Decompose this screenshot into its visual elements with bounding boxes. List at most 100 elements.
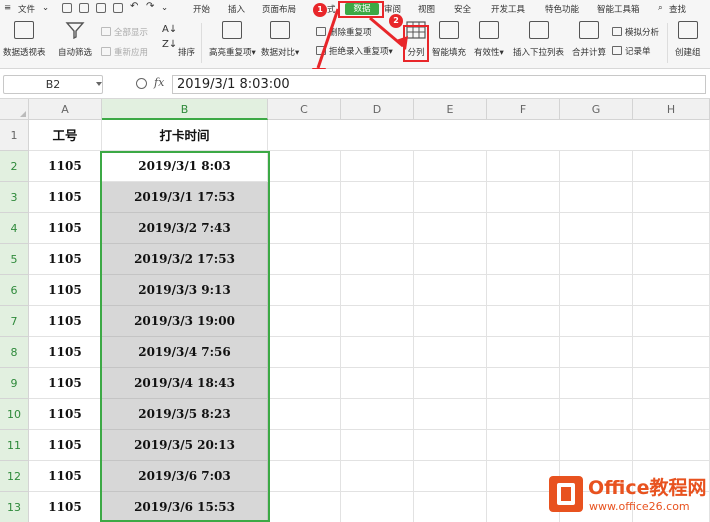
- cell-employee-id[interactable]: 1105: [29, 306, 102, 337]
- empty-cell[interactable]: [633, 430, 710, 461]
- empty-cell[interactable]: [487, 430, 560, 461]
- undo-icon[interactable]: ↶: [130, 1, 138, 12]
- tab-view[interactable]: 视图: [418, 3, 435, 15]
- cell-employee-id[interactable]: 1105: [29, 430, 102, 461]
- header-cell-punch-time[interactable]: 打卡时间: [102, 120, 268, 151]
- empty-cell[interactable]: [487, 244, 560, 275]
- cell-punch-time[interactable]: 2019/3/2 17:53: [102, 244, 268, 275]
- cell-punch-time[interactable]: 2019/3/5 8:23: [102, 399, 268, 430]
- empty-cell[interactable]: [341, 461, 414, 492]
- menu-icon[interactable]: ≡: [4, 3, 11, 13]
- cell-employee-id[interactable]: 1105: [29, 244, 102, 275]
- tab-smart-toolbox[interactable]: 智能工具箱: [597, 3, 640, 15]
- sort-ascending-icon[interactable]: A↓: [162, 24, 177, 35]
- zoom-icon[interactable]: [136, 78, 147, 89]
- chevron-down-icon[interactable]: ⌄: [42, 3, 49, 13]
- record-sheet-button[interactable]: 记录单: [612, 45, 651, 57]
- empty-cell[interactable]: [341, 430, 414, 461]
- simulation-analysis-button[interactable]: 模拟分析: [612, 26, 659, 38]
- row-header[interactable]: 2: [0, 151, 29, 182]
- empty-cell[interactable]: [414, 399, 487, 430]
- empty-cell[interactable]: [487, 306, 560, 337]
- row-header[interactable]: 1: [0, 120, 29, 151]
- validity-button[interactable]: 有效性▾: [474, 21, 504, 58]
- save-icon[interactable]: [62, 3, 72, 13]
- empty-cell[interactable]: [414, 492, 487, 522]
- empty-cell[interactable]: [633, 182, 710, 213]
- empty-cell[interactable]: [633, 337, 710, 368]
- tab-formulas[interactable]: 式: [327, 3, 336, 15]
- empty-cell[interactable]: [341, 182, 414, 213]
- smart-fill-button[interactable]: 智能填充: [432, 21, 466, 58]
- highlight-duplicates-button[interactable]: 高亮重复项▾: [209, 21, 256, 58]
- empty-cell[interactable]: [560, 213, 633, 244]
- empty-cell[interactable]: [341, 337, 414, 368]
- row-header[interactable]: 10: [0, 399, 29, 430]
- tab-special-features[interactable]: 特色功能: [545, 3, 579, 15]
- empty-cell[interactable]: [268, 182, 341, 213]
- empty-cell[interactable]: [633, 244, 710, 275]
- column-header-h[interactable]: H: [633, 99, 710, 120]
- remove-duplicates-button[interactable]: 删除重复项: [316, 26, 372, 38]
- empty-cell[interactable]: [341, 151, 414, 182]
- empty-cell[interactable]: [487, 213, 560, 244]
- column-header-g[interactable]: G: [560, 99, 633, 120]
- name-box[interactable]: B2: [3, 75, 103, 94]
- cell-punch-time[interactable]: 2019/3/6 15:53: [102, 492, 268, 522]
- empty-cell[interactable]: [560, 368, 633, 399]
- cell-punch-time[interactable]: 2019/3/6 7:03: [102, 461, 268, 492]
- empty-cell[interactable]: [560, 182, 633, 213]
- empty-cell[interactable]: [341, 213, 414, 244]
- auto-filter-button[interactable]: 自动筛选: [58, 21, 92, 58]
- search-label[interactable]: 查找: [669, 3, 686, 15]
- cell-punch-time[interactable]: 2019/3/4 18:43: [102, 368, 268, 399]
- reapply-button[interactable]: 重新应用: [101, 46, 148, 58]
- sort-button[interactable]: 排序: [178, 46, 195, 58]
- cell-employee-id[interactable]: 1105: [29, 492, 102, 522]
- empty-cell[interactable]: [414, 275, 487, 306]
- empty-cell[interactable]: [341, 399, 414, 430]
- empty-cell[interactable]: [268, 244, 341, 275]
- empty-cell[interactable]: [341, 306, 414, 337]
- empty-cell[interactable]: [414, 151, 487, 182]
- empty-cell[interactable]: [414, 337, 487, 368]
- cell-employee-id[interactable]: 1105: [29, 151, 102, 182]
- empty-cell[interactable]: [560, 244, 633, 275]
- column-header-c[interactable]: C: [268, 99, 341, 120]
- empty-cell[interactable]: [487, 275, 560, 306]
- row-header[interactable]: 3: [0, 182, 29, 213]
- empty-cell[interactable]: [633, 151, 710, 182]
- tab-insert[interactable]: 插入: [228, 3, 245, 15]
- empty-cell[interactable]: [268, 430, 341, 461]
- redo-icon[interactable]: ↷: [146, 1, 154, 12]
- cell-employee-id[interactable]: 1105: [29, 461, 102, 492]
- column-header-b[interactable]: B: [102, 99, 268, 120]
- empty-cell[interactable]: [633, 306, 710, 337]
- tab-review[interactable]: 审阅: [384, 3, 401, 15]
- empty-cell[interactable]: [268, 275, 341, 306]
- show-all-button[interactable]: 全部显示: [101, 26, 148, 38]
- row-header[interactable]: 5: [0, 244, 29, 275]
- cell-employee-id[interactable]: 1105: [29, 182, 102, 213]
- empty-cell[interactable]: [487, 368, 560, 399]
- empty-cell[interactable]: [341, 368, 414, 399]
- empty-cell[interactable]: [633, 275, 710, 306]
- empty-cell[interactable]: [487, 151, 560, 182]
- row-header[interactable]: 12: [0, 461, 29, 492]
- cell-punch-time[interactable]: 2019/3/5 20:13: [102, 430, 268, 461]
- empty-cell[interactable]: [560, 337, 633, 368]
- print-icon[interactable]: [96, 3, 106, 13]
- cell-punch-time[interactable]: 2019/3/1 17:53: [102, 182, 268, 213]
- tab-page-layout[interactable]: 页面布局: [262, 3, 296, 15]
- empty-cell[interactable]: [268, 337, 341, 368]
- header-cell-employee-id[interactable]: 工号: [29, 120, 102, 151]
- tab-developer[interactable]: 开发工具: [491, 3, 525, 15]
- row-header[interactable]: 4: [0, 213, 29, 244]
- empty-cell[interactable]: [268, 306, 341, 337]
- empty-cell[interactable]: [633, 368, 710, 399]
- empty-cell[interactable]: [487, 182, 560, 213]
- cell-employee-id[interactable]: 1105: [29, 275, 102, 306]
- empty-cell[interactable]: [414, 461, 487, 492]
- empty-cells[interactable]: [268, 120, 710, 151]
- cell-employee-id[interactable]: 1105: [29, 368, 102, 399]
